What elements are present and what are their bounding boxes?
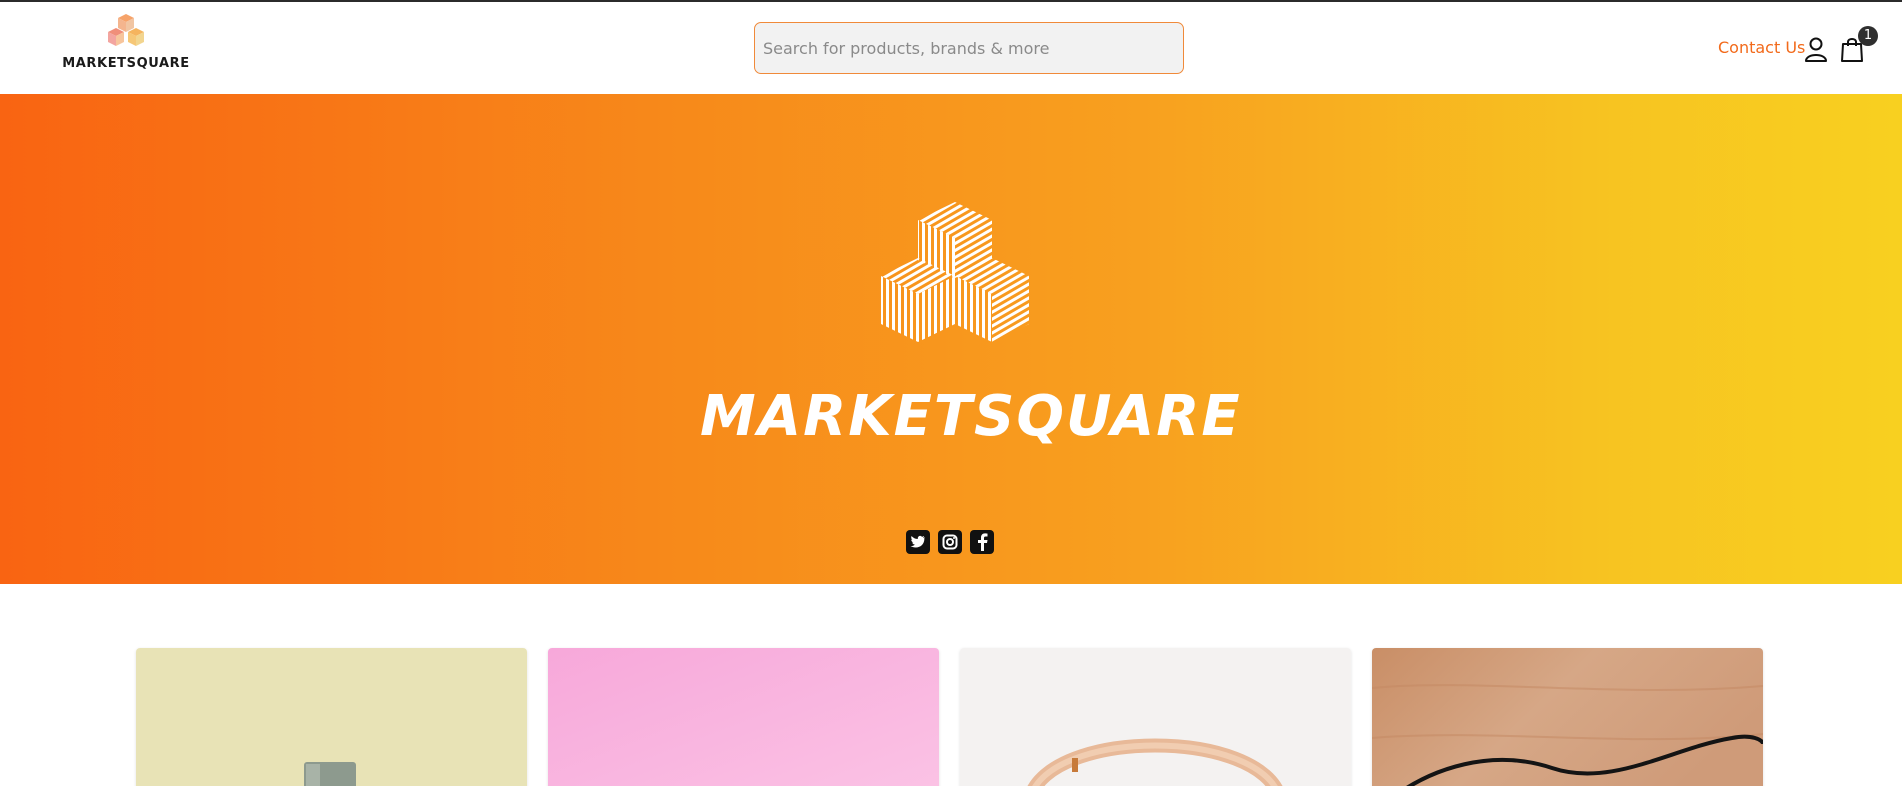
- product-image-4: [1372, 648, 1763, 786]
- product-image-1: [136, 648, 527, 786]
- cart-button[interactable]: 1: [1838, 26, 1878, 66]
- site-logo[interactable]: MARKETSQUARE: [62, 14, 190, 76]
- search-box[interactable]: [754, 22, 1184, 74]
- product-card-1[interactable]: [136, 648, 527, 786]
- product-card-4[interactable]: [1372, 648, 1763, 786]
- product-image-2: [548, 648, 939, 786]
- hero-brand-name: MARKETSQUARE: [700, 384, 1242, 449]
- instagram-icon[interactable]: [938, 530, 962, 554]
- hero-cubes-logo: [881, 202, 1029, 342]
- logo-text: MARKETSQUARE: [62, 56, 190, 71]
- cart-count-badge: 1: [1858, 26, 1878, 46]
- logo-cubes-icon: [108, 14, 144, 46]
- facebook-icon[interactable]: [970, 530, 994, 554]
- product-grid: [136, 648, 1764, 786]
- product-card-2[interactable]: [548, 648, 939, 786]
- social-links: [906, 530, 994, 554]
- twitter-icon[interactable]: [906, 530, 930, 554]
- search-input[interactable]: [755, 23, 1183, 73]
- contact-us-link[interactable]: Contact Us: [1718, 38, 1805, 57]
- hero-banner: MARKETSQUARE: [0, 94, 1902, 584]
- product-image-3: [960, 648, 1351, 786]
- site-header: MARKETSQUARE Contact Us 1: [0, 2, 1902, 94]
- user-icon[interactable]: [1804, 36, 1828, 62]
- product-card-3[interactable]: [960, 648, 1351, 786]
